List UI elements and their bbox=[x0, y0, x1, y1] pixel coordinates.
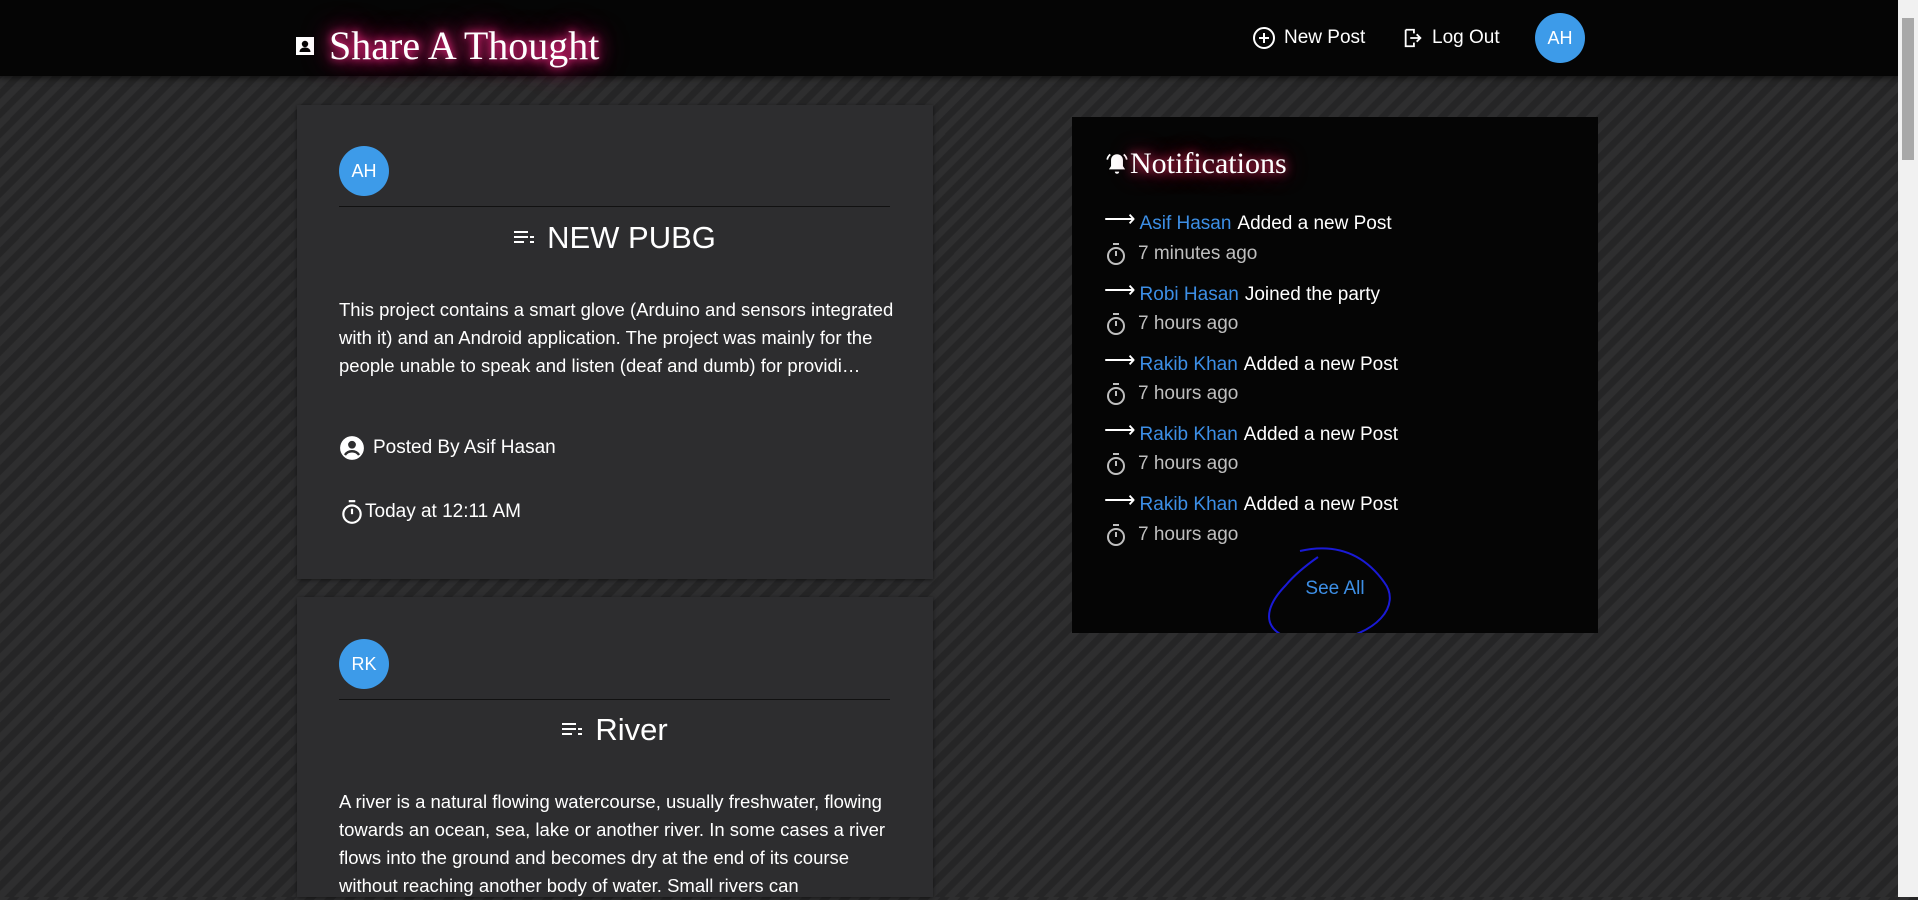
right-arrow-icon: ⟶ bbox=[1104, 276, 1136, 302]
notification-action: Added a new Post bbox=[1243, 354, 1398, 375]
notification-action: Added a new Post bbox=[1243, 494, 1398, 515]
user-avatar[interactable]: AH bbox=[1535, 13, 1585, 63]
logout-icon bbox=[1404, 28, 1422, 48]
add-circle-icon bbox=[1253, 27, 1275, 49]
user-initials: AH bbox=[1547, 27, 1573, 48]
notification-user-link[interactable]: Rakib Khan bbox=[1140, 494, 1238, 516]
notification-time: 7 hours ago bbox=[1104, 452, 1238, 476]
top-navbar: Share A Thought New Post Log Out AH bbox=[0, 0, 1898, 76]
notification-item: ⟶ Rakib Khan Added a new Post bbox=[1104, 418, 1398, 446]
post-excerpt: This project contains a smart glove (Ard… bbox=[339, 299, 894, 376]
notification-time-text: 7 minutes ago bbox=[1138, 243, 1258, 264]
notifications-title: Notifications bbox=[1130, 147, 1287, 180]
notification-time-text: 7 hours ago bbox=[1138, 313, 1239, 334]
post-author-initials: AH bbox=[351, 160, 377, 181]
right-arrow-icon: ⟶ bbox=[1104, 205, 1136, 231]
notification-user-link[interactable]: Robi Hasan bbox=[1140, 284, 1239, 306]
notification-item: ⟶ Rakib Khan Added a new Post bbox=[1104, 348, 1398, 376]
post-title-text: NEW PUBG bbox=[547, 220, 716, 255]
stopwatch-icon bbox=[1107, 453, 1125, 475]
notification-action: Joined the party bbox=[1244, 284, 1381, 305]
notification-time: 7 hours ago bbox=[1104, 312, 1238, 336]
new-post-label: New Post bbox=[1284, 27, 1366, 48]
post-author-avatar[interactable]: RK bbox=[339, 639, 389, 689]
log-out-label: Log Out bbox=[1432, 27, 1500, 48]
notification-user-link[interactable]: Rakib Khan bbox=[1140, 424, 1238, 446]
page-scrollbar[interactable] bbox=[1898, 0, 1918, 897]
post-time-text: Today at 12:11 AM bbox=[365, 501, 521, 522]
notification-time-text: 7 hours ago bbox=[1138, 383, 1239, 404]
stopwatch-icon bbox=[342, 500, 362, 524]
notification-user-link[interactable]: Rakib Khan bbox=[1140, 354, 1238, 376]
notification-user-link[interactable]: Asif Hasan bbox=[1140, 213, 1232, 235]
notifications-panel: Notifications ⟶ Asif Hasan Added a new P… bbox=[1072, 117, 1598, 633]
list-lines-icon bbox=[514, 231, 535, 243]
notification-item: ⟶ Robi Hasan Joined the party bbox=[1104, 278, 1381, 306]
bell-ringing-icon bbox=[1106, 153, 1128, 174]
notification-time-text: 7 hours ago bbox=[1138, 453, 1239, 474]
contact-card-icon bbox=[293, 34, 317, 58]
post-title-text: River bbox=[595, 712, 668, 747]
brand-title: Share A Thought bbox=[329, 23, 600, 68]
new-post-link[interactable]: New Post bbox=[1252, 26, 1365, 50]
notification-time: 7 minutes ago bbox=[1104, 242, 1257, 266]
notification-time-text: 7 hours ago bbox=[1138, 524, 1239, 545]
post-title[interactable]: River bbox=[339, 707, 890, 753]
scrollbar-thumb[interactable] bbox=[1902, 18, 1914, 160]
notification-action: Added a new Post bbox=[1237, 213, 1392, 234]
notification-item: ⟶ Rakib Khan Added a new Post bbox=[1104, 488, 1398, 516]
post-title[interactable]: NEW PUBG bbox=[339, 215, 890, 261]
account-circle-icon bbox=[340, 436, 364, 460]
notification-item: ⟶ Asif Hasan Added a new Post bbox=[1104, 207, 1392, 235]
post-time-line: Today at 12:11 AM bbox=[339, 499, 521, 525]
log-out-link[interactable]: Log Out bbox=[1402, 27, 1500, 49]
notification-action: Added a new Post bbox=[1243, 424, 1398, 445]
post-author-line: Posted By Asif Hasan bbox=[339, 435, 556, 461]
post-author-initials: RK bbox=[351, 653, 377, 674]
post-excerpt: A river is a natural flowing watercourse… bbox=[339, 791, 886, 896]
stopwatch-icon bbox=[1107, 524, 1125, 546]
stopwatch-icon bbox=[1107, 313, 1125, 335]
notification-time: 7 hours ago bbox=[1104, 382, 1238, 406]
post-author-text: Posted By Asif Hasan bbox=[373, 437, 556, 458]
notification-time: 7 hours ago bbox=[1104, 523, 1238, 547]
list-lines-icon bbox=[562, 723, 583, 735]
see-all-link[interactable]: See All bbox=[1072, 578, 1598, 600]
right-arrow-icon: ⟶ bbox=[1104, 416, 1136, 442]
right-arrow-icon: ⟶ bbox=[1104, 346, 1136, 372]
brand[interactable]: Share A Thought bbox=[293, 22, 599, 69]
right-arrow-icon: ⟶ bbox=[1104, 486, 1136, 512]
stopwatch-icon bbox=[1107, 383, 1125, 405]
post-card[interactable]: RK River A river is a natural flowing wa… bbox=[297, 597, 933, 897]
stopwatch-icon bbox=[1107, 243, 1125, 265]
post-divider bbox=[339, 206, 890, 207]
see-all-label: See All bbox=[1305, 578, 1365, 599]
notifications-heading: Notifications bbox=[1104, 147, 1287, 181]
post-author-avatar[interactable]: AH bbox=[339, 146, 389, 196]
post-divider bbox=[339, 699, 890, 700]
post-card[interactable]: AH NEW PUBG This project contains a smar… bbox=[297, 105, 933, 579]
